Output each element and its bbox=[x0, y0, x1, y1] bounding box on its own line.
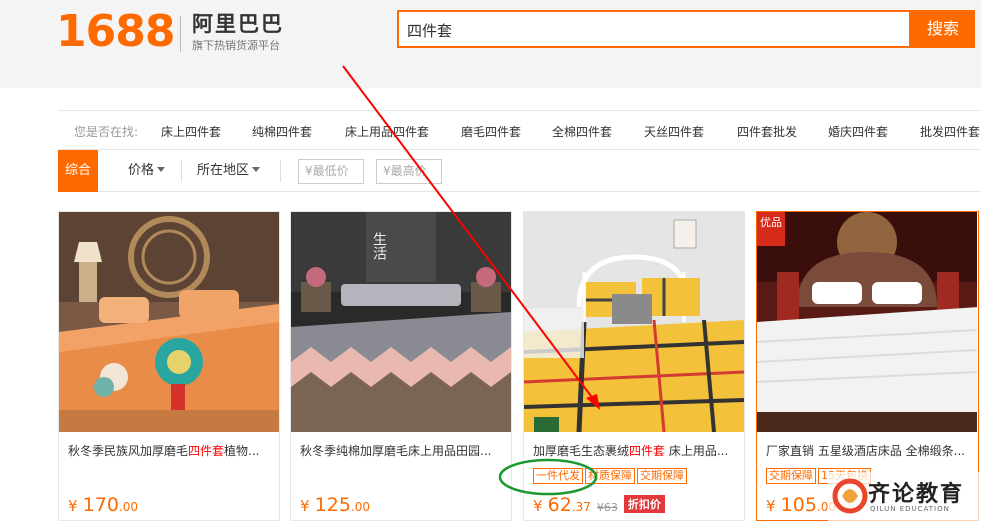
product-price: ¥ 105.00 bbox=[766, 494, 836, 516]
product-price: ¥ 62.37 ¥63 折扣价 bbox=[533, 494, 665, 516]
max-price-input[interactable]: ¥最高价 bbox=[376, 159, 442, 184]
product-card[interactable]: 生活 秋冬季纯棉加厚磨毛床上用品田园... ¥ 125.00 bbox=[290, 211, 512, 521]
search-button[interactable]: 搜索 bbox=[911, 10, 975, 48]
service-tag: 一件代发 bbox=[533, 468, 583, 484]
related-search-link[interactable]: 磨毛四件套 bbox=[461, 123, 521, 140]
service-tag: 交期保障 bbox=[637, 468, 687, 484]
product-title[interactable]: 秋冬季纯棉加厚磨毛床上用品田园... bbox=[300, 442, 504, 459]
product-title[interactable]: 厂家直销 五星级酒店床品 全棉缎条... bbox=[766, 442, 970, 459]
search-box bbox=[397, 10, 911, 48]
filter-divider bbox=[280, 160, 281, 182]
watermark-logo-icon bbox=[832, 478, 868, 514]
caret-down-icon bbox=[157, 167, 166, 172]
related-search-bar: 您是否在找: 床上四件套 纯棉四件套 床上用品四件套 磨毛四件套 全棉四件套 天… bbox=[58, 110, 981, 150]
service-tags: 一件代发 材质保障 交期保障 bbox=[533, 468, 689, 484]
logo-brand-text[interactable]: 阿里巴巴 bbox=[192, 8, 284, 38]
product-price: ¥ 170.00 bbox=[68, 494, 138, 516]
product-title[interactable]: 秋冬季民族风加厚磨毛四件套植物... bbox=[68, 442, 272, 459]
sort-filter-bar: 综合 价格 所在地区 ¥最低价 - ¥最高价 bbox=[58, 150, 981, 192]
related-search-link[interactable]: 批发四件套 bbox=[920, 123, 980, 140]
logo-1688[interactable]: 1688 bbox=[56, 6, 175, 57]
watermark-subtext: QILUN EDUCATION bbox=[870, 505, 950, 513]
related-search-link[interactable]: 婚庆四件套 bbox=[828, 123, 888, 140]
min-price-input[interactable]: ¥最低价 bbox=[298, 159, 364, 184]
product-image[interactable] bbox=[59, 212, 279, 432]
product-price: ¥ 125.00 bbox=[300, 494, 370, 516]
product-image[interactable]: 优品 bbox=[757, 212, 977, 432]
product-card[interactable]: 秋冬季民族风加厚磨毛四件套植物... ¥ 170.00 bbox=[58, 211, 280, 521]
service-tag: 交期保障 bbox=[766, 468, 816, 484]
related-search-link[interactable]: 床上用品四件套 bbox=[345, 123, 429, 140]
product-card[interactable]: 加厚磨毛生态裹绒四件套 床上用品... 一件代发 材质保障 交期保障 ¥ 62.37… bbox=[523, 211, 745, 521]
region-dropdown[interactable]: 所在地区 bbox=[197, 150, 261, 192]
product-image[interactable]: 生活 bbox=[291, 212, 511, 432]
related-search-link[interactable]: 四件套批发 bbox=[737, 123, 797, 140]
logo-tagline: 旗下热销货源平台 bbox=[192, 39, 280, 52]
watermark: 齐论教育 QILUN EDUCATION bbox=[828, 472, 981, 521]
service-tag: 材质保障 bbox=[585, 468, 635, 484]
sort-price-label: 价格 bbox=[128, 163, 155, 178]
original-price: ¥63 bbox=[596, 501, 618, 514]
product-title[interactable]: 加厚磨毛生态裹绒四件套 床上用品... bbox=[533, 442, 737, 459]
sort-price-dropdown[interactable]: 价格 bbox=[128, 150, 166, 192]
related-search-link[interactable]: 全棉四件套 bbox=[552, 123, 612, 140]
region-label: 所在地区 bbox=[197, 163, 250, 178]
related-search-link[interactable]: 纯棉四件套 bbox=[252, 123, 312, 140]
corner-badge-text: 优品 bbox=[760, 216, 782, 229]
watermark-text: 齐论教育 bbox=[868, 481, 965, 507]
brand-vertical-text: 生活 bbox=[371, 232, 387, 260]
discount-badge: 折扣价 bbox=[623, 495, 665, 513]
search-input[interactable] bbox=[407, 20, 897, 40]
product-image[interactable] bbox=[524, 212, 744, 432]
related-search-link[interactable]: 床上四件套 bbox=[161, 123, 221, 140]
site-header: 1688 阿里巴巴 旗下热销货源平台 搜索 bbox=[0, 0, 981, 88]
filter-divider bbox=[181, 160, 182, 182]
caret-down-icon bbox=[252, 167, 261, 172]
related-search-link[interactable]: 天丝四件套 bbox=[644, 123, 704, 140]
related-search-label: 您是否在找: bbox=[74, 125, 139, 139]
sort-comprehensive-tab[interactable]: 综合 bbox=[58, 150, 98, 192]
logo-divider bbox=[180, 16, 181, 52]
